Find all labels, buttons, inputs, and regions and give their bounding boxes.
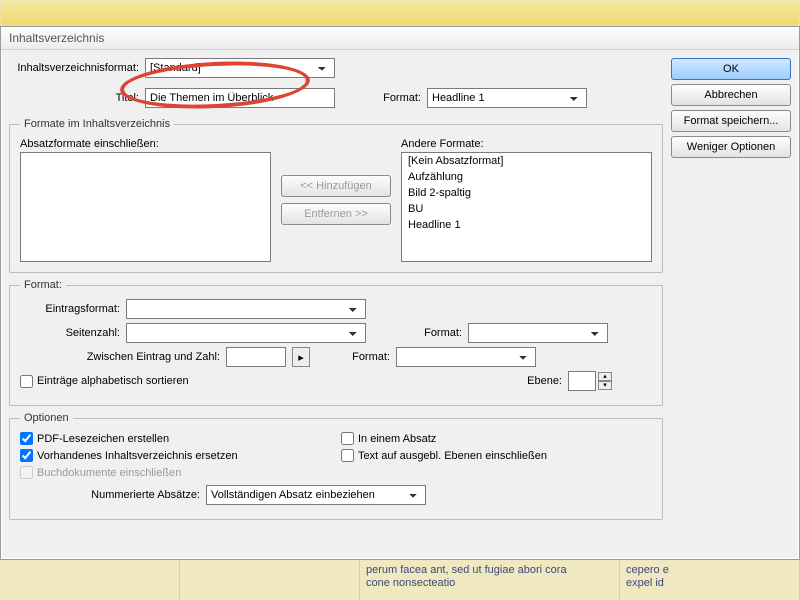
page-number-select[interactable] <box>126 323 366 343</box>
title-label: Titel: <box>9 92 139 104</box>
replace-toc-label: Vorhandenes Inhaltsverzeichnis ersetzen <box>37 450 238 462</box>
special-char-button[interactable]: ▸ <box>292 347 310 367</box>
sort-alpha-label: Einträge alphabetisch sortieren <box>37 375 189 387</box>
list-item[interactable]: BU <box>402 201 651 217</box>
format-fieldset: Format: Eintragsformat: Seitenzahl: Form… <box>9 279 663 406</box>
between-style-label: Format: <box>330 351 390 363</box>
level-label: Ebene: <box>527 375 562 387</box>
title-style-select[interactable]: Headline 1 <box>427 88 587 108</box>
toc-format-label: Inhaltsverzeichnisformat: <box>9 62 139 74</box>
title-style-label: Format: <box>361 92 421 104</box>
options-legend: Optionen <box>20 412 73 424</box>
numbered-para-select[interactable]: Vollständigen Absatz einbeziehen <box>206 485 426 505</box>
options-fieldset: Optionen PDF-Lesezeichen erstellen Vorha… <box>9 412 663 520</box>
include-formats-label: Absatzformate einschließen: <box>20 138 271 150</box>
dialog-titlebar: Inhaltsverzeichnis <box>1 27 799 50</box>
formats-fieldset: Formate im Inhaltsverzeichnis Absatzform… <box>9 118 663 273</box>
level-stepper[interactable]: ▴▾ <box>568 371 612 391</box>
save-format-button[interactable]: Format speichern... <box>671 110 791 132</box>
cancel-button[interactable]: Abbrechen <box>671 84 791 106</box>
bg-text: perum facea ant, sed ut fugiae abori cor… <box>366 564 567 576</box>
single-para-checkbox[interactable] <box>341 432 354 445</box>
bg-text: cone nonsecteatio <box>366 577 455 589</box>
book-docs-checkbox <box>20 466 33 479</box>
hidden-layers-checkbox[interactable] <box>341 449 354 462</box>
format-legend: Format: <box>20 279 66 291</box>
list-item[interactable]: [Kein Absatzformat] <box>402 153 651 169</box>
list-item[interactable]: Bild 2-spaltig <box>402 185 651 201</box>
entry-format-label: Eintragsformat: <box>20 303 120 315</box>
level-input[interactable] <box>568 371 596 391</box>
formats-legend: Formate im Inhaltsverzeichnis <box>20 118 174 130</box>
fewer-options-button[interactable]: Weniger Optionen <box>671 136 791 158</box>
replace-toc-checkbox[interactable] <box>20 449 33 462</box>
include-formats-list[interactable] <box>20 152 271 262</box>
stepper-up-icon[interactable]: ▴ <box>598 372 612 381</box>
toc-dialog: Inhaltsverzeichnis Inhaltsverzeichnisfor… <box>0 26 800 560</box>
between-label: Zwischen Eintrag und Zahl: <box>50 351 220 363</box>
bg-text: cepero e <box>626 564 669 576</box>
stepper-down-icon[interactable]: ▾ <box>598 381 612 390</box>
add-format-button[interactable]: << Hinzufügen <box>281 175 391 197</box>
between-input[interactable] <box>226 347 286 367</box>
sort-alpha-checkbox[interactable] <box>20 375 33 388</box>
title-input[interactable] <box>145 88 335 108</box>
hidden-layers-label: Text auf ausgebl. Ebenen einschließen <box>358 450 547 462</box>
pdf-bookmarks-checkbox[interactable] <box>20 432 33 445</box>
other-formats-label: Andere Formate: <box>401 138 652 150</box>
bg-text: expel id <box>626 577 664 589</box>
page-number-label: Seitenzahl: <box>20 327 120 339</box>
between-style-select[interactable] <box>396 347 536 367</box>
book-docs-label: Buchdokumente einschließen <box>37 467 181 479</box>
list-item[interactable]: Aufzählung <box>402 169 651 185</box>
remove-format-button[interactable]: Entfernen >> <box>281 203 391 225</box>
chevron-right-icon: ▸ <box>298 351 304 364</box>
other-formats-list[interactable]: [Kein Absatzformat] Aufzählung Bild 2-sp… <box>401 152 652 262</box>
list-item[interactable]: Headline 1 <box>402 217 651 233</box>
numbered-para-label: Nummerierte Absätze: <box>50 489 200 501</box>
page-style-label: Format: <box>402 327 462 339</box>
single-para-label: In einem Absatz <box>358 433 436 445</box>
entry-format-select[interactable] <box>126 299 366 319</box>
page-style-select[interactable] <box>468 323 608 343</box>
ok-button[interactable]: OK <box>671 58 791 80</box>
toc-format-select[interactable]: [Standard] <box>145 58 335 78</box>
pdf-bookmarks-label: PDF-Lesezeichen erstellen <box>37 433 169 445</box>
